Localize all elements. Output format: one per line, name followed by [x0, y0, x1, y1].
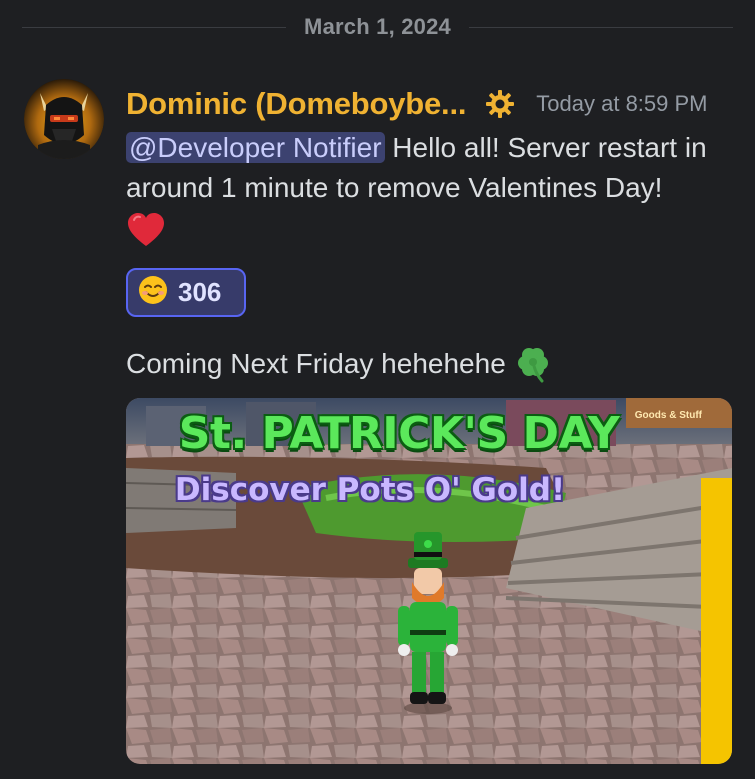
divider-line-left: [22, 26, 287, 28]
gear-icon: [484, 88, 516, 120]
divider-line-right: [468, 26, 734, 28]
reaction-count: 306: [178, 277, 222, 307]
message-content-2: Coming Next Friday hehehehe: [126, 342, 554, 386]
image-sign-text: Goods & Stuff: [634, 410, 702, 421]
user-mention[interactable]: @Developer Notifier: [126, 132, 385, 163]
message-header: Dominic (Domeboybe... Today at 8:59 PM: [126, 82, 708, 126]
image-subtitle-text: Discover Pots O' Gold!: [174, 472, 566, 508]
heart-icon: [126, 211, 166, 251]
smiling-face-icon: [138, 275, 168, 310]
divider-date: March 1, 2024: [304, 14, 451, 39]
message-text-2: Coming Next Friday hehehehe: [126, 348, 506, 379]
message-timestamp[interactable]: Today at 8:59 PM: [536, 91, 707, 117]
chat-view: March 1, 2024 Dominic (Domeboybe... Toda…: [0, 0, 755, 779]
message-content: @Developer Notifier Hello all! Server re…: [126, 128, 736, 208]
avatar[interactable]: [24, 79, 104, 159]
date-divider: March 1, 2024: [22, 8, 734, 46]
four-leaf-clover-icon: [514, 344, 554, 384]
reaction-button[interactable]: 306: [126, 268, 246, 317]
author-name[interactable]: Dominic (Domeboybe...: [126, 86, 466, 122]
image-title-text: St. PATRICK'S DAY: [178, 408, 620, 459]
image-attachment[interactable]: St. PATRICK'S DAY Discover Pots O' Gold!…: [126, 398, 732, 764]
